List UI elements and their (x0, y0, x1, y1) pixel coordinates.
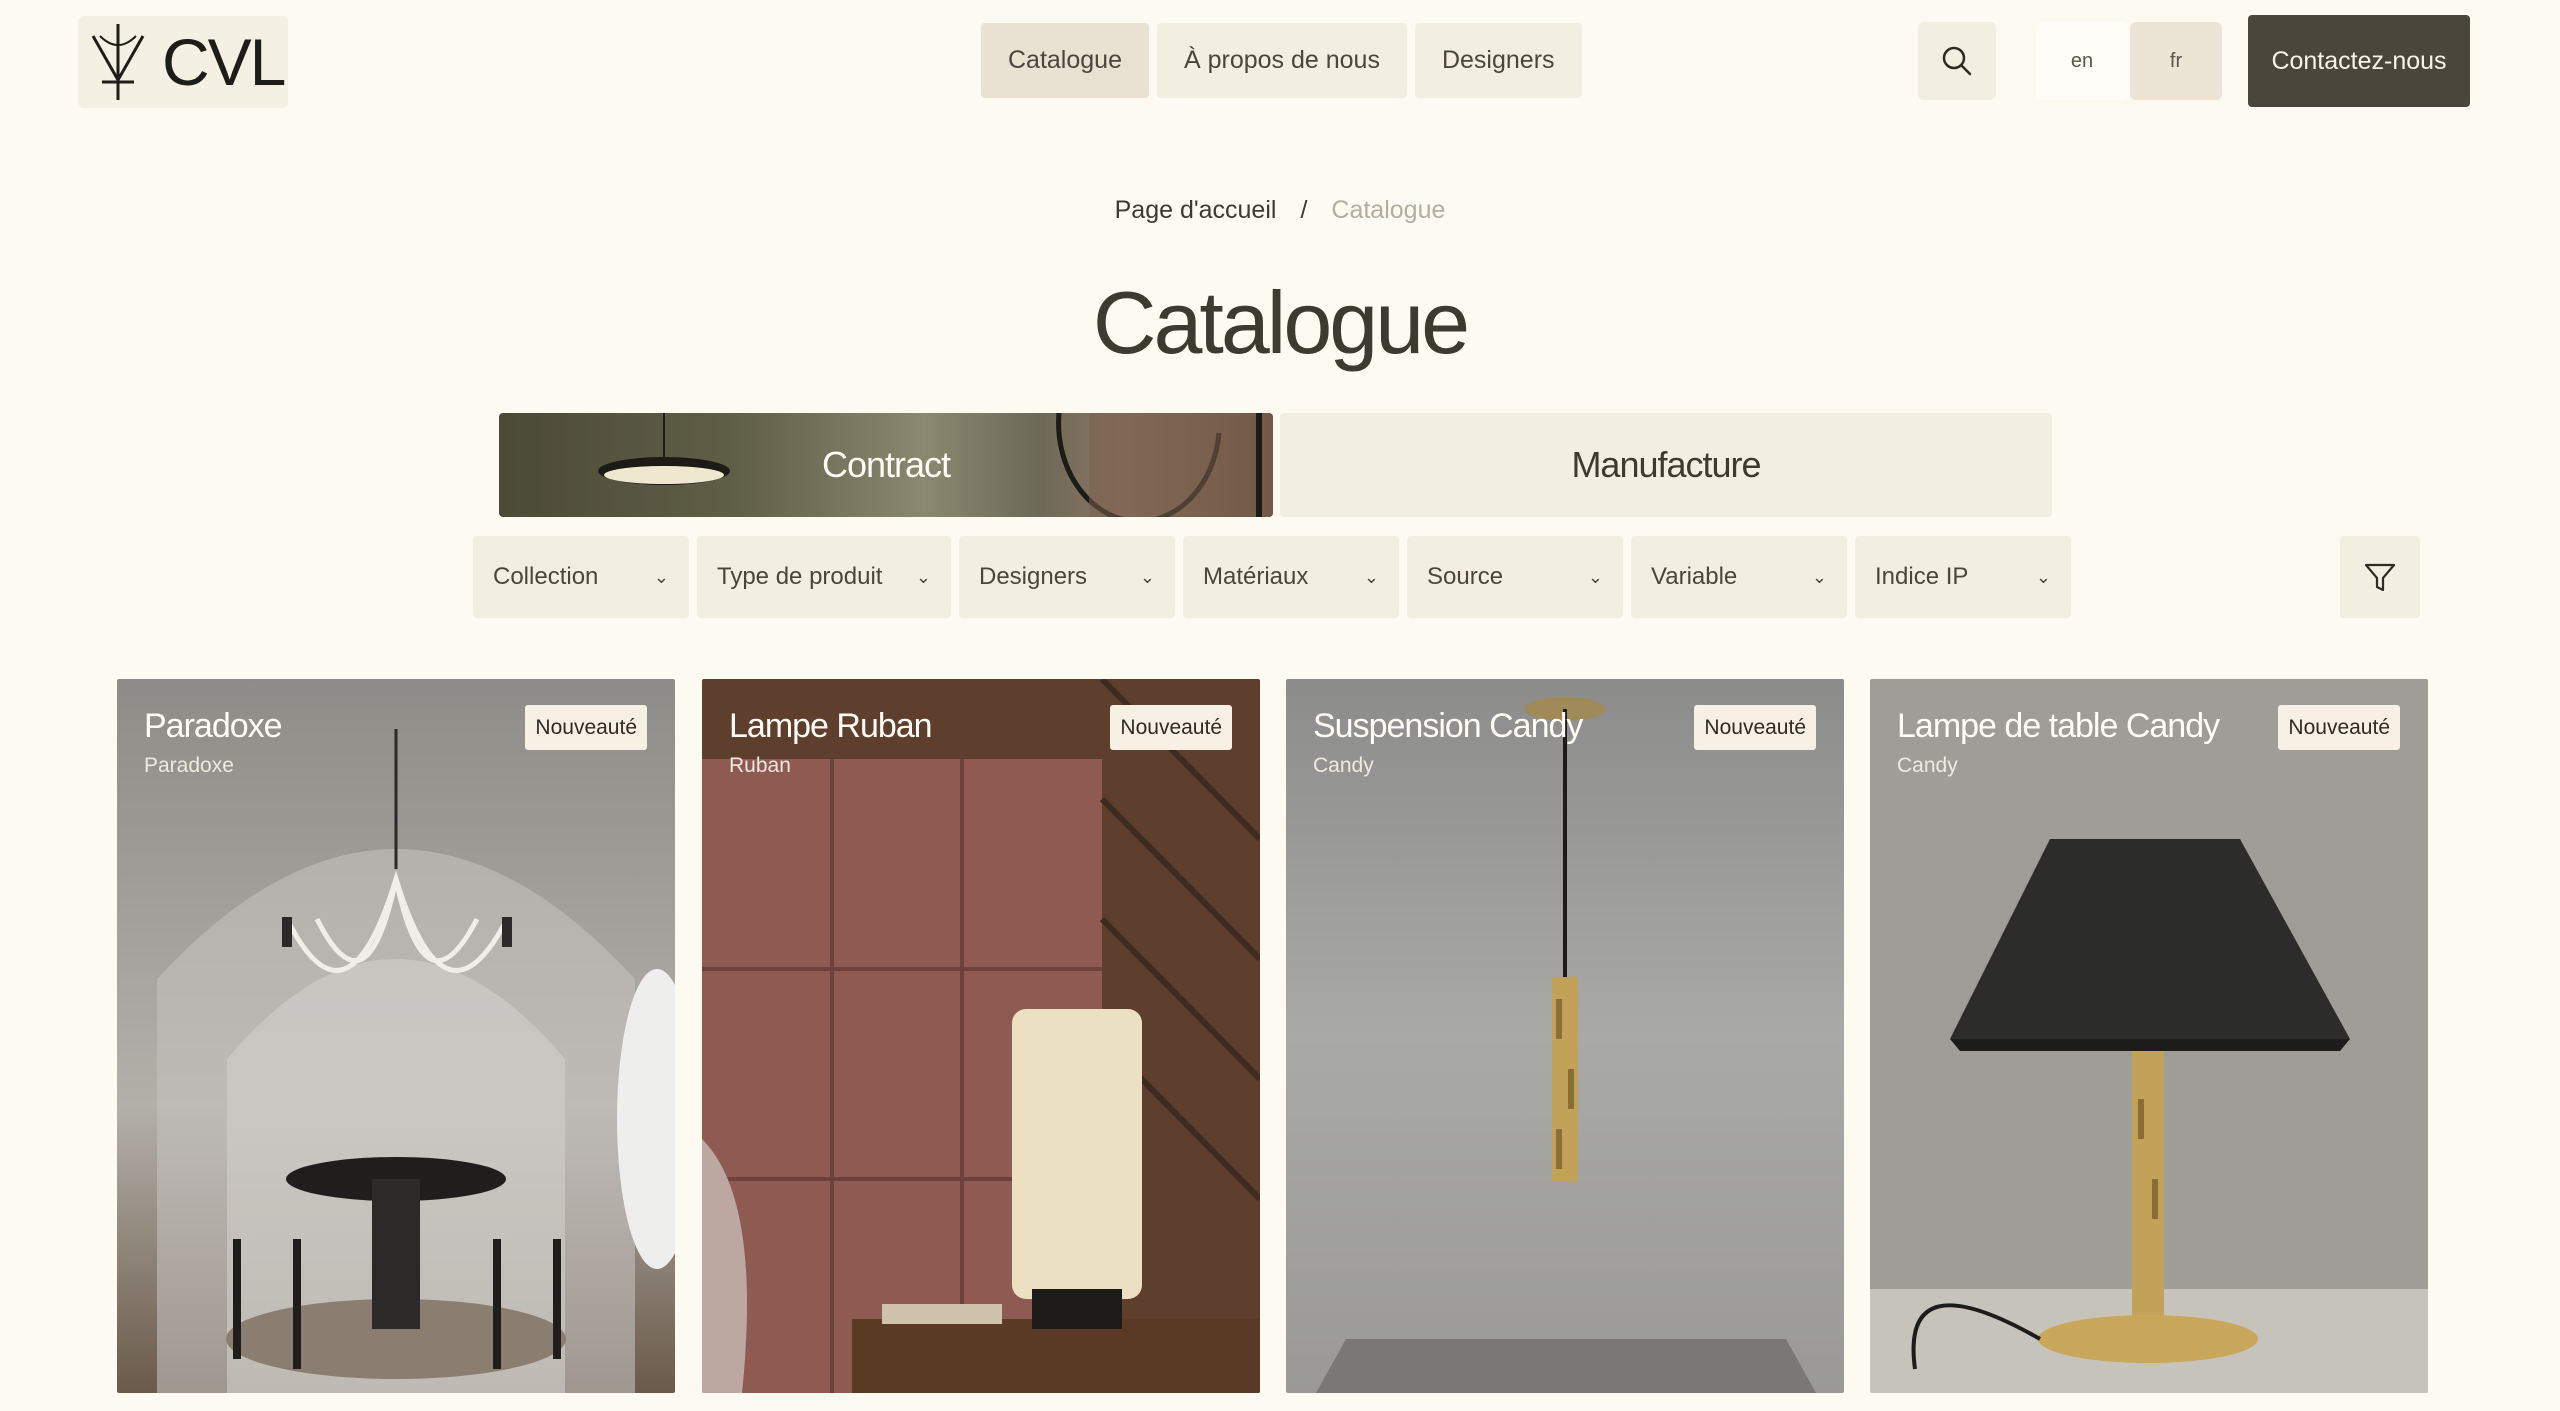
filter-ip-rating-label: Indice IP (1875, 563, 1969, 590)
contact-button[interactable]: Contactez-nous (2248, 15, 2470, 107)
filter-product-type-label: Type de produit (717, 563, 883, 590)
funnel-icon (2364, 563, 2396, 592)
filter-collection-label: Collection (493, 563, 599, 590)
nav-designers[interactable]: Designers (1414, 23, 1582, 98)
product-image-candy-table-lamp (1870, 679, 2428, 1393)
filter-materials-label: Matériaux (1203, 563, 1309, 590)
chevron-down-icon: ⌄ (915, 566, 931, 587)
new-badge: Nouveauté (525, 705, 647, 750)
product-title: Lampe Ruban (729, 707, 933, 745)
filter-product-type[interactable]: Type de produit ⌄ (697, 536, 951, 618)
segment-manufacture[interactable]: Manufacture (1280, 413, 2052, 517)
product-title: Paradoxe (144, 707, 283, 745)
product-image-ribbon-lamp (702, 679, 1260, 1393)
filter-ip-rating[interactable]: Indice IP ⌄ (1855, 536, 2071, 618)
filter-button[interactable] (2340, 536, 2420, 618)
segment-contract[interactable]: Contract (499, 413, 1273, 517)
chevron-down-icon: ⌄ (653, 566, 669, 587)
filter-designers[interactable]: Designers ⌄ (959, 536, 1175, 618)
product-collection: Candy (1313, 754, 1374, 777)
chevron-down-icon: ⌄ (1587, 566, 1603, 587)
product-card[interactable]: Suspension Candy Candy Nouveauté (1286, 679, 1844, 1393)
breadcrumb-current: Catalogue (1331, 196, 1446, 224)
logo-text: CVL (162, 25, 286, 99)
filter-bar: Collection ⌄ Type de produit ⌄ Designers… (473, 536, 2071, 618)
lang-fr-button[interactable]: fr (2130, 22, 2222, 100)
segment-manufacture-label: Manufacture (1571, 444, 1761, 485)
logo-mark-icon (91, 24, 145, 100)
product-title: Suspension Candy (1313, 707, 1583, 745)
main-nav: Catalogue À propos de nous Designers (981, 23, 1582, 98)
new-badge: Nouveauté (1110, 705, 1232, 750)
new-badge: Nouveauté (1694, 705, 1816, 750)
product-collection: Candy (1897, 754, 1958, 777)
lang-en-button[interactable]: en (2036, 22, 2128, 100)
chevron-down-icon: ⌄ (2035, 566, 2051, 587)
filter-variable-label: Variable (1651, 563, 1738, 590)
product-card[interactable]: Paradoxe Paradoxe Nouveauté (117, 679, 675, 1393)
catalogue-page: CVL Catalogue À propos de nous Designers… (0, 0, 2560, 1411)
filter-materials[interactable]: Matériaux ⌄ (1183, 536, 1399, 618)
filter-designers-label: Designers (979, 563, 1088, 590)
search-icon (1942, 46, 1972, 76)
product-card[interactable]: Lampe de table Candy Candy Nouveauté (1870, 679, 2428, 1393)
product-image-chandelier (117, 679, 675, 1393)
chevron-down-icon: ⌄ (1811, 566, 1827, 587)
filter-collection[interactable]: Collection ⌄ (473, 536, 689, 618)
product-collection: Ruban (729, 754, 791, 777)
nav-catalogue[interactable]: Catalogue (981, 23, 1149, 98)
cvl-logo[interactable]: CVL (78, 16, 288, 108)
chevron-down-icon: ⌄ (1363, 566, 1379, 587)
page-title: Catalogue (1092, 273, 1470, 372)
search-button[interactable] (1918, 22, 1996, 100)
filter-variable[interactable]: Variable ⌄ (1631, 536, 1847, 618)
filter-source[interactable]: Source ⌄ (1407, 536, 1623, 618)
breadcrumb: Page d'accueil / Catalogue (0, 196, 2560, 225)
product-collection: Paradoxe (144, 754, 234, 777)
segment-contract-label: Contract (821, 444, 951, 485)
filter-source-label: Source (1427, 563, 1504, 590)
language-switcher: en fr (2036, 22, 2222, 100)
chevron-down-icon: ⌄ (1139, 566, 1155, 587)
new-badge: Nouveauté (2278, 705, 2400, 750)
product-title: Lampe de table Candy (1897, 707, 2220, 745)
product-image-candy-pendant (1286, 679, 1844, 1393)
nav-about[interactable]: À propos de nous (1156, 23, 1407, 98)
breadcrumb-home[interactable]: Page d'accueil (1115, 196, 1277, 225)
product-card[interactable]: Lampe Ruban Ruban Nouveauté (702, 679, 1260, 1393)
breadcrumb-separator: / (1300, 196, 1308, 224)
